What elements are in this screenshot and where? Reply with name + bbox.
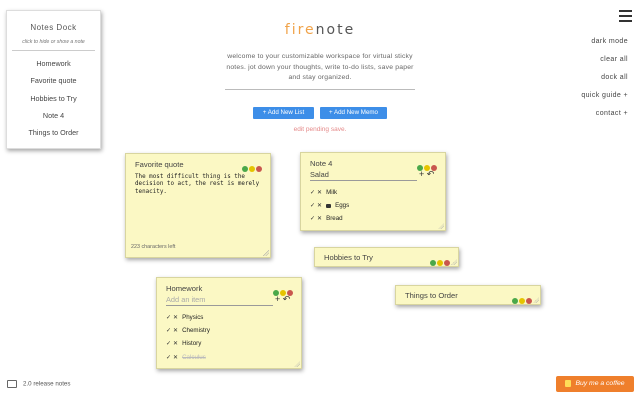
dark-mode-toggle[interactable]: dark mode (591, 38, 628, 45)
add-item-controls: + ↶ (419, 169, 434, 180)
resize-handle-icon[interactable] (533, 297, 539, 303)
chars-left-counter: 223 characters left (131, 244, 176, 250)
resize-handle-icon[interactable] (438, 223, 444, 229)
note-title[interactable]: Note 4 (310, 159, 332, 168)
yellow-color-dot[interactable] (437, 260, 443, 266)
dock-item-homework[interactable]: Homework (7, 55, 100, 72)
note-title[interactable]: Homework (166, 284, 202, 293)
memo-textarea[interactable]: The most difficult thing is the decision… (135, 174, 260, 196)
note-note4[interactable]: Note 4 Salad + ↶ ✓ ✕ Milk ✓ ✕ Eggs ✓ ✕ Bread (300, 152, 446, 231)
list-item-text[interactable]: History (182, 340, 201, 347)
list-item: ✓ ✕ Milk (310, 186, 349, 199)
clear-all-button[interactable]: clear all (600, 56, 628, 63)
list-item: ✓ ✕ Chemistry (166, 324, 210, 337)
add-icon[interactable]: + (419, 169, 424, 179)
logo: firenote (0, 22, 640, 38)
dock-item-hobbies[interactable]: Hobbies to Try (7, 90, 100, 107)
delete-icon[interactable]: ✕ (317, 190, 322, 196)
note-favorite-quote[interactable]: Favorite quote The most difficult thing … (125, 153, 271, 258)
color-picker (416, 158, 437, 171)
dock-item-note4[interactable]: Note 4 (7, 107, 100, 124)
yellow-color-dot[interactable] (249, 166, 255, 172)
note-things-to-order[interactable]: Things to Order (395, 285, 541, 305)
red-color-dot[interactable] (256, 166, 262, 172)
delete-icon[interactable]: ✕ (173, 355, 178, 361)
color-picker (511, 291, 532, 304)
list-item-text[interactable]: Physics (182, 314, 203, 321)
dock-item-favorite-quote[interactable]: Favorite quote (7, 72, 100, 89)
add-item-controls: + ↶ (275, 294, 290, 305)
red-color-dot[interactable] (444, 260, 450, 266)
add-icon[interactable]: + (275, 294, 280, 304)
logo-note: note (315, 22, 356, 38)
green-color-dot[interactable] (430, 260, 436, 266)
list-item-text[interactable]: Milk (326, 189, 337, 196)
check-icon[interactable]: ✓ (310, 216, 315, 222)
header-divider (225, 89, 415, 90)
add-item-input[interactable]: Add an item (166, 295, 273, 306)
undo-icon[interactable]: ↶ (427, 169, 435, 179)
note-homework[interactable]: Homework Add an item + ↶ ✓ ✕ Physics ✓ ✕ Che… (156, 277, 302, 369)
hamburger-menu-icon[interactable] (619, 10, 632, 25)
color-picker (429, 253, 450, 266)
contact-link[interactable]: contact + (596, 110, 628, 117)
undo-icon[interactable]: ↶ (283, 294, 291, 304)
list-item-completed: ✓ ✕ Calculus (166, 351, 210, 364)
delete-icon[interactable]: ✕ (317, 216, 322, 222)
note-title[interactable]: Hobbies to Try (324, 253, 373, 262)
note-title[interactable]: Favorite quote (135, 160, 184, 169)
yellow-color-dot[interactable] (519, 298, 525, 304)
note-title[interactable]: Things to Order (405, 291, 458, 300)
add-item-input[interactable]: Salad (310, 170, 417, 181)
resize-handle-icon[interactable] (451, 259, 457, 265)
check-icon[interactable]: ✓ (166, 328, 171, 334)
tagline: welcome to your customizable workspace f… (226, 53, 414, 81)
lock-icon[interactable] (326, 203, 332, 208)
chat-icon (7, 380, 17, 388)
dock-all-button[interactable]: dock all (601, 74, 628, 81)
dock-hint[interactable]: click to hide or show a note (12, 39, 95, 51)
note-hobbies-to-try[interactable]: Hobbies to Try (314, 247, 459, 267)
add-new-memo-button[interactable]: + Add New Memo (320, 107, 387, 119)
release-notes-link[interactable]: 2.0 release notes (7, 380, 70, 388)
add-new-list-button[interactable]: + Add New List (253, 107, 314, 119)
list-item: ✓ ✕ Bread (310, 212, 349, 225)
check-icon[interactable]: ✓ (166, 315, 171, 321)
color-picker (241, 159, 262, 172)
release-notes-label[interactable]: 2.0 release notes (23, 381, 70, 388)
pending-status: edit pending save. (293, 126, 347, 133)
green-color-dot[interactable] (512, 298, 518, 304)
delete-icon[interactable]: ✕ (173, 328, 178, 334)
list-item-text[interactable]: Calculus (182, 354, 206, 361)
check-icon[interactable]: ✓ (166, 341, 171, 347)
list-item: ✓ ✕ History (166, 337, 210, 350)
resize-handle-icon[interactable] (263, 250, 269, 256)
delete-icon[interactable]: ✕ (317, 203, 322, 209)
delete-icon[interactable]: ✕ (173, 341, 178, 347)
check-icon[interactable]: ✓ (310, 190, 315, 196)
red-color-dot[interactable] (526, 298, 532, 304)
list-item-text[interactable]: Chemistry (182, 327, 210, 334)
delete-icon[interactable]: ✕ (173, 315, 178, 321)
buy-me-a-coffee-button[interactable]: Buy me a coffee (556, 376, 634, 392)
list-item: ✓ ✕ Eggs (310, 199, 349, 212)
list-item-text[interactable]: Bread (326, 215, 343, 222)
list-item: ✓ ✕ Physics (166, 311, 210, 324)
coffee-cup-icon (565, 379, 572, 387)
quick-guide-link[interactable]: quick guide + (581, 92, 628, 99)
coffee-label: Buy me a coffee (575, 380, 625, 387)
list-item-text[interactable]: Eggs (335, 202, 349, 209)
check-icon[interactable]: ✓ (310, 203, 315, 209)
green-color-dot[interactable] (242, 166, 248, 172)
check-icon[interactable]: ✓ (166, 355, 171, 361)
logo-fire: fire (284, 22, 316, 38)
color-picker (272, 283, 293, 296)
resize-handle-icon[interactable] (294, 361, 300, 367)
